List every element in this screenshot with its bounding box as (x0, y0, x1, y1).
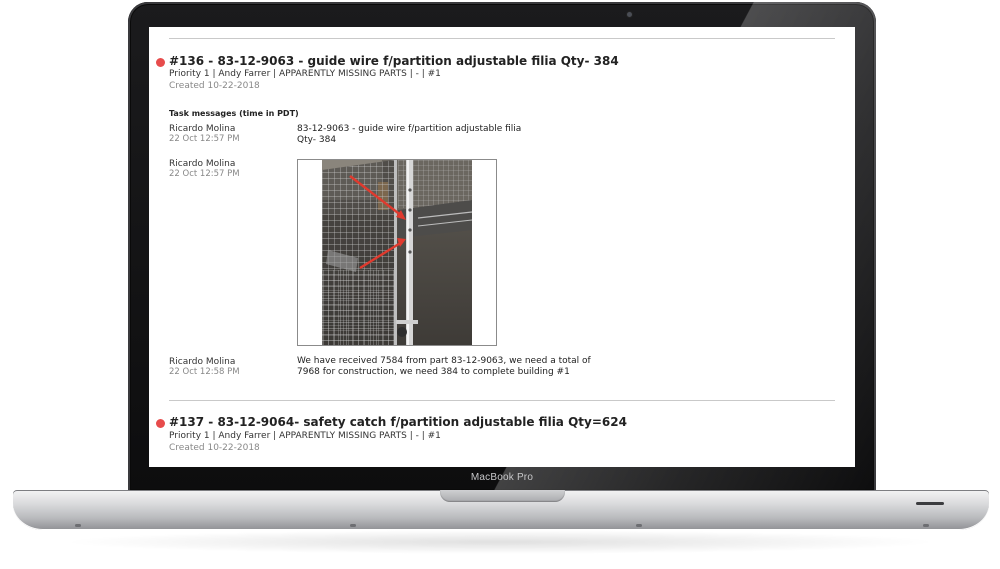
message-time: 22 Oct 12:58 PM (169, 367, 240, 377)
webcam-icon (627, 12, 632, 17)
laptop-foot (636, 524, 642, 527)
message-text: 83-12-9063 - guide wire f/partition adju… (297, 124, 627, 146)
message-time: 22 Oct 12:57 PM (169, 169, 240, 179)
sleep-indicator-light (916, 502, 944, 505)
message-text: We have received 7584 from part 83-12-90… (297, 356, 627, 378)
task-messages-header: Task messages (time in PDT) (169, 109, 299, 118)
laptop-foot (923, 524, 929, 527)
message-text-line: We have received 7584 from part 83-12-90… (297, 356, 591, 366)
status-dot-icon (156, 419, 165, 428)
laptop-foot (350, 524, 356, 527)
app-screen: #136 - 83-12-9063 - guide wire f/partiti… (149, 27, 855, 467)
device-brand-label: MacBook Pro (470, 472, 534, 483)
task-created-date: Created 10-22-2018 (169, 81, 260, 91)
task-title[interactable]: #137 - 83-12-9064- safety catch f/partit… (169, 415, 627, 429)
message-author: Ricardo Molina (169, 124, 236, 134)
divider (169, 38, 835, 39)
message-time: 22 Oct 12:57 PM (169, 134, 240, 144)
message-photo-attachment[interactable] (297, 159, 497, 346)
message-text-line: 7968 for construction, we need 384 to co… (297, 367, 570, 377)
laptop-foot (75, 524, 81, 527)
lid-open-notch (440, 490, 565, 502)
divider (169, 400, 835, 401)
status-dot-icon (156, 58, 165, 67)
partition-photo-image (322, 160, 473, 345)
message-author: Ricardo Molina (169, 357, 236, 367)
task-meta: Priority 1 | Andy Farrer | APPARENTLY MI… (169, 69, 441, 79)
message-text-line: Qty- 384 (297, 135, 337, 145)
task-meta: Priority 1 | Andy Farrer | APPARENTLY MI… (169, 431, 441, 441)
message-author: Ricardo Molina (169, 159, 236, 169)
laptop-shadow (60, 530, 940, 554)
message-text-line: 83-12-9063 - guide wire f/partition adju… (297, 124, 522, 134)
task-title[interactable]: #136 - 83-12-9063 - guide wire f/partiti… (169, 54, 619, 68)
task-created-date: Created 10-22-2018 (169, 443, 260, 453)
